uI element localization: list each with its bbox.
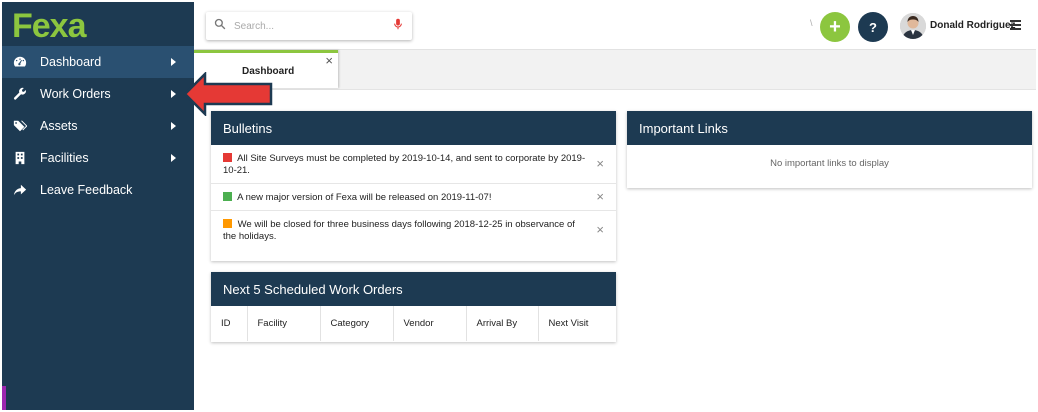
column-header-id[interactable]: ID <box>211 306 248 341</box>
column-header-category[interactable]: Category <box>320 306 394 341</box>
annotation-arrow-icon <box>183 72 273 116</box>
bulletin-text: We will be closed for three business day… <box>223 219 575 242</box>
tab-strip: Dashboard × <box>194 50 1036 90</box>
app-window: Fexa Dashboard Work Orders Assets Facili… <box>0 0 1038 412</box>
bulletin-item: We will be closed for three business day… <box>211 211 616 249</box>
scroll-marker <box>2 386 6 410</box>
wrench-icon <box>12 86 28 102</box>
sidebar: Fexa Dashboard Work Orders Assets Facili… <box>2 2 194 410</box>
column-header-next-visit[interactable]: Next Visit <box>538 306 616 341</box>
sidebar-item-label: Leave Feedback <box>40 183 133 197</box>
search-icon <box>214 17 226 35</box>
sidebar-item-label: Facilities <box>40 151 89 165</box>
dismiss-bulletin-icon[interactable]: × <box>596 190 604 203</box>
bulletin-color-swatch <box>223 153 232 162</box>
bulletin-item: All Site Surveys must be completed by 20… <box>211 145 616 184</box>
bulletin-text: A new major version of Fexa will be rele… <box>237 192 492 203</box>
sidebar-item-label: Work Orders <box>40 87 111 101</box>
bulletin-color-swatch <box>223 192 232 201</box>
caret-right-icon <box>171 58 176 66</box>
bulletin-item: A new major version of Fexa will be rele… <box>211 184 616 211</box>
share-arrow-icon <box>12 182 28 198</box>
hamburger-menu-icon[interactable] <box>1010 20 1021 30</box>
tags-icon <box>12 118 28 134</box>
work-orders-table: ID Facility Category Vendor Arrival By N… <box>211 306 616 341</box>
caret-right-icon <box>171 154 176 162</box>
work-orders-title: Next 5 Scheduled Work Orders <box>211 272 616 306</box>
caret-right-icon <box>171 90 176 98</box>
caret-right-icon <box>171 122 176 130</box>
small-divider-mark: \ <box>810 18 813 28</box>
sidebar-item-label: Assets <box>40 119 78 133</box>
work-orders-card: Next 5 Scheduled Work Orders ID Facility… <box>211 272 616 342</box>
column-header-arrival-by[interactable]: Arrival By <box>466 306 539 341</box>
bulletin-text: All Site Surveys must be completed by 20… <box>223 153 586 176</box>
dashboard-gauge-icon <box>12 54 28 70</box>
important-links-card: Important Links No important links to di… <box>627 111 1032 188</box>
bulletins-title: Bulletins <box>211 111 616 145</box>
dismiss-bulletin-icon[interactable]: × <box>596 223 604 236</box>
dashboard-content: Bulletins All Site Surveys must be compl… <box>194 91 1036 412</box>
sidebar-item-facilities[interactable]: Facilities <box>2 142 194 174</box>
bulletin-color-swatch <box>223 219 232 228</box>
sidebar-item-work-orders[interactable]: Work Orders <box>2 78 194 110</box>
important-links-title: Important Links <box>627 111 1032 145</box>
search-box[interactable] <box>206 12 412 40</box>
user-name[interactable]: Donald Rodriguez <box>930 20 1016 31</box>
sidebar-item-assets[interactable]: Assets <box>2 110 194 142</box>
bulletins-card: Bulletins All Site Surveys must be compl… <box>211 111 616 261</box>
help-button[interactable]: ? <box>858 12 888 42</box>
close-tab-icon[interactable]: × <box>325 53 333 68</box>
column-header-vendor[interactable]: Vendor <box>393 306 467 341</box>
sidebar-item-label: Dashboard <box>40 55 102 69</box>
microphone-icon[interactable] <box>392 17 404 35</box>
top-header: \ + ? Donald Rodriguez <box>194 2 1036 50</box>
column-header-facility[interactable]: Facility <box>247 306 321 341</box>
user-avatar[interactable] <box>900 13 926 39</box>
sidebar-item-leave-feedback[interactable]: Leave Feedback <box>2 174 194 206</box>
empty-links-message: No important links to display <box>770 158 889 169</box>
building-icon <box>12 150 28 166</box>
sidebar-item-dashboard[interactable]: Dashboard <box>2 46 194 78</box>
add-button[interactable]: + <box>820 12 850 42</box>
search-input[interactable] <box>234 20 392 32</box>
fexa-logo[interactable]: Fexa <box>2 2 194 46</box>
dismiss-bulletin-icon[interactable]: × <box>596 157 604 170</box>
